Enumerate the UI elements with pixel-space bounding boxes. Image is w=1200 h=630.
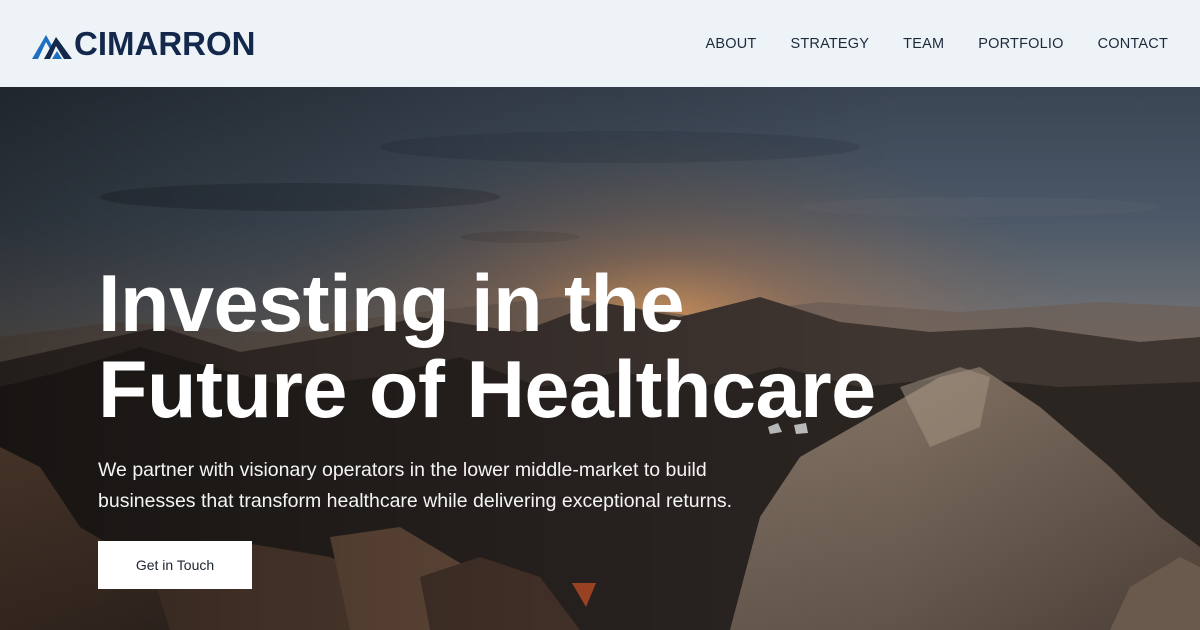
nav-item-contact[interactable]: CONTACT xyxy=(1098,36,1168,52)
nav-item-strategy[interactable]: STRATEGY xyxy=(790,36,869,52)
site-header: CIMARRON ABOUT STRATEGY TEAM PORTFOLIO C… xyxy=(0,0,1200,87)
main-nav: ABOUT STRATEGY TEAM PORTFOLIO CONTACT xyxy=(672,36,1168,52)
hero-headline-line2: Future of Healthcare xyxy=(98,345,876,435)
hero-content: Investing in the Future of Healthcare We… xyxy=(98,261,918,589)
hero-headline: Investing in the Future of Healthcare xyxy=(98,261,918,433)
get-in-touch-button[interactable]: Get in Touch xyxy=(98,541,252,589)
hero-subtext-line1: We partner with visionary operators in t… xyxy=(98,459,707,481)
nav-item-about[interactable]: ABOUT xyxy=(706,36,757,52)
nav-item-team[interactable]: TEAM xyxy=(903,36,944,52)
hero-headline-line1: Investing in the xyxy=(98,259,685,349)
mountain-peaks-icon xyxy=(32,34,72,59)
logo-link[interactable]: CIMARRON xyxy=(32,24,255,64)
brand-name: CIMARRON xyxy=(74,25,256,62)
hero-subtext: We partner with visionary operators in t… xyxy=(98,455,818,517)
nav-item-portfolio[interactable]: PORTFOLIO xyxy=(978,36,1063,52)
hero-section: Investing in the Future of Healthcare We… xyxy=(0,87,1200,630)
hero-subtext-line2: businesses that transform healthcare whi… xyxy=(98,490,733,512)
